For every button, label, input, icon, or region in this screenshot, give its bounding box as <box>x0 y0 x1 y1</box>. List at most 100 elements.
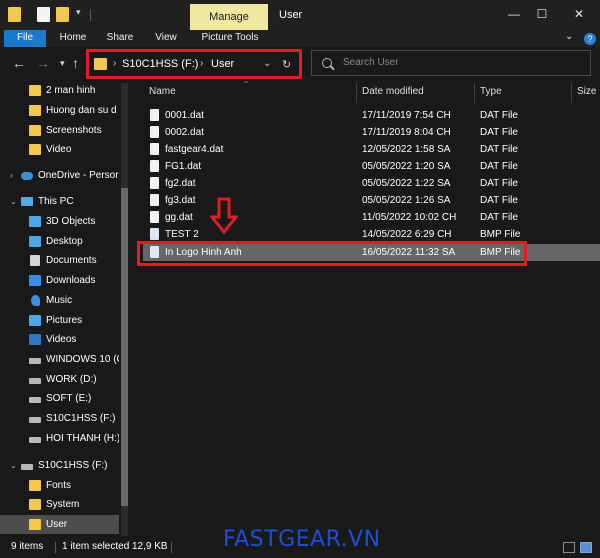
minimize-icon[interactable]: — <box>500 4 528 24</box>
large-icons-view-icon[interactable] <box>580 542 592 553</box>
tab-file[interactable]: File <box>4 30 46 47</box>
column-divider[interactable] <box>356 83 357 103</box>
tab-home[interactable]: Home <box>54 30 92 47</box>
file-icon <box>150 194 159 206</box>
chevron-right-icon[interactable]: › <box>113 58 116 69</box>
window-title: User <box>279 9 303 21</box>
details-view-icon[interactable] <box>563 542 575 553</box>
recent-locations-icon[interactable]: ▾ <box>60 55 65 71</box>
refresh-icon[interactable]: ↻ <box>282 58 291 71</box>
title-bar: ▾ Manage User — ☐ ✕ <box>0 0 600 30</box>
nav-item-music[interactable]: Music <box>0 291 119 310</box>
document-icon <box>30 255 40 266</box>
help-icon[interactable]: ? <box>584 33 596 45</box>
column-divider[interactable] <box>571 83 572 103</box>
column-header-size[interactable]: Size <box>577 81 596 103</box>
forward-arrow-icon[interactable]: → <box>36 55 50 71</box>
customize-quick-access-icon[interactable]: ▾ <box>76 7 81 18</box>
column-header-date[interactable]: Date modified <box>362 81 424 103</box>
nav-item-video[interactable]: Video <box>0 140 119 159</box>
column-header-name[interactable]: Name <box>149 81 176 103</box>
maximize-icon[interactable]: ☐ <box>528 4 556 24</box>
nav-item-screenshots[interactable]: Screenshots <box>0 121 119 140</box>
divider <box>55 542 56 553</box>
nav-item-soft[interactable]: SOFT (E:) <box>0 389 119 408</box>
picture-icon <box>29 315 41 326</box>
file-icon <box>150 160 159 172</box>
video-icon <box>29 334 41 345</box>
desktop-icon <box>29 236 41 247</box>
file-row[interactable]: fastgear4.dat 12/05/2022 1:58 SA DAT Fil… <box>143 141 600 158</box>
column-divider[interactable] <box>474 83 475 103</box>
nav-item-onedrive[interactable]: › OneDrive - Persor <box>0 166 119 185</box>
nav-item-user[interactable]: User <box>0 515 119 534</box>
chevron-down-icon[interactable]: ⌄ <box>263 58 271 69</box>
download-icon <box>29 275 41 286</box>
tab-share[interactable]: Share <box>101 30 139 47</box>
nav-item-s10c1hss[interactable]: ⌄ S10C1HSS (F:) <box>0 456 119 475</box>
nav-item-desktop[interactable]: Desktop <box>0 232 119 251</box>
manage-tab[interactable]: Manage <box>190 4 268 30</box>
nav-item-documents[interactable]: Documents <box>0 251 119 270</box>
chevron-right-icon[interactable]: › <box>10 166 13 185</box>
properties-icon[interactable] <box>37 7 50 22</box>
nav-item-windows10[interactable]: WINDOWS 10 (C <box>0 350 119 369</box>
column-header-type[interactable]: Type <box>480 81 502 103</box>
computer-icon <box>21 197 33 206</box>
nav-item-downloads[interactable]: Downloads <box>0 271 119 290</box>
status-selection: 1 item selected <box>62 541 130 552</box>
drive-icon <box>29 397 41 403</box>
file-row[interactable]: fg2.dat 05/05/2022 1:22 SA DAT File <box>143 175 600 192</box>
down-arrow-icon <box>210 197 238 235</box>
breadcrumb-user[interactable]: User <box>211 58 234 70</box>
nav-item-videos[interactable]: Videos <box>0 330 119 349</box>
file-row[interactable]: 0001.dat 17/11/2019 7:54 CH DAT File <box>143 107 600 124</box>
nav-item-hoi-thanh[interactable]: HOI THANH (H:) <box>0 429 119 448</box>
status-item-count: 9 items <box>11 541 44 552</box>
tab-view[interactable]: View <box>148 30 184 47</box>
back-arrow-icon[interactable]: ← <box>12 55 26 71</box>
nav-item-3d-objects[interactable]: 3D Objects <box>0 212 119 231</box>
search-input[interactable]: Search User <box>311 50 591 76</box>
nav-item-s10c1hss-pc[interactable]: S10C1HSS (F:) <box>0 409 119 428</box>
drive-icon <box>29 378 41 384</box>
address-bar[interactable]: › S10C1HSS (F:) › User ⌄ ↻ <box>86 49 302 79</box>
sort-ascending-icon: ^ <box>244 81 248 88</box>
folder-icon <box>29 499 41 510</box>
breadcrumb-drive[interactable]: S10C1HSS (F:) <box>122 58 198 70</box>
file-icon <box>150 109 159 121</box>
chevron-down-icon[interactable]: ⌄ <box>565 31 573 42</box>
folder-icon <box>8 7 21 22</box>
folder-icon <box>29 519 41 530</box>
nav-scrollbar-thumb[interactable] <box>121 188 128 506</box>
nav-item-fonts[interactable]: Fonts <box>0 476 119 495</box>
up-arrow-icon[interactable]: ↑ <box>72 55 79 71</box>
close-icon[interactable]: ✕ <box>565 4 593 24</box>
cube-icon <box>29 216 41 227</box>
search-icon <box>322 58 332 68</box>
navigation-pane[interactable]: 2 man hinh Huong dan su d Screenshots Vi… <box>0 81 131 539</box>
nav-item-system[interactable]: System <box>0 495 119 514</box>
nav-item-2-man-hinh[interactable]: 2 man hinh <box>0 81 119 100</box>
chevron-down-icon[interactable]: ⌄ <box>10 192 17 211</box>
folder-icon <box>29 105 41 116</box>
file-list[interactable]: ^ Name Date modified Type Size 0001.dat … <box>131 81 600 539</box>
file-row[interactable]: FG1.dat 05/05/2022 1:20 SA DAT File <box>143 158 600 175</box>
nav-item-this-pc[interactable]: ⌄ This PC <box>0 192 119 211</box>
nav-item-pictures[interactable]: Pictures <box>0 311 119 330</box>
file-icon <box>150 143 159 155</box>
folder-icon <box>29 85 41 96</box>
drive-icon <box>29 437 41 443</box>
file-icon <box>150 126 159 138</box>
image-file-icon <box>150 228 159 240</box>
drive-icon <box>29 417 41 423</box>
new-folder-icon[interactable] <box>56 7 69 22</box>
file-icon <box>150 211 159 223</box>
watermark: FASTGEAR.VN <box>223 527 381 552</box>
file-row[interactable]: 0002.dat 17/11/2019 8:04 CH DAT File <box>143 124 600 141</box>
nav-item-work[interactable]: WORK (D:) <box>0 370 119 389</box>
tab-picture-tools[interactable]: Picture Tools <box>196 30 264 47</box>
nav-item-huong-dan[interactable]: Huong dan su d <box>0 101 119 120</box>
chevron-right-icon[interactable]: › <box>200 58 203 69</box>
chevron-down-icon[interactable]: ⌄ <box>10 456 17 475</box>
